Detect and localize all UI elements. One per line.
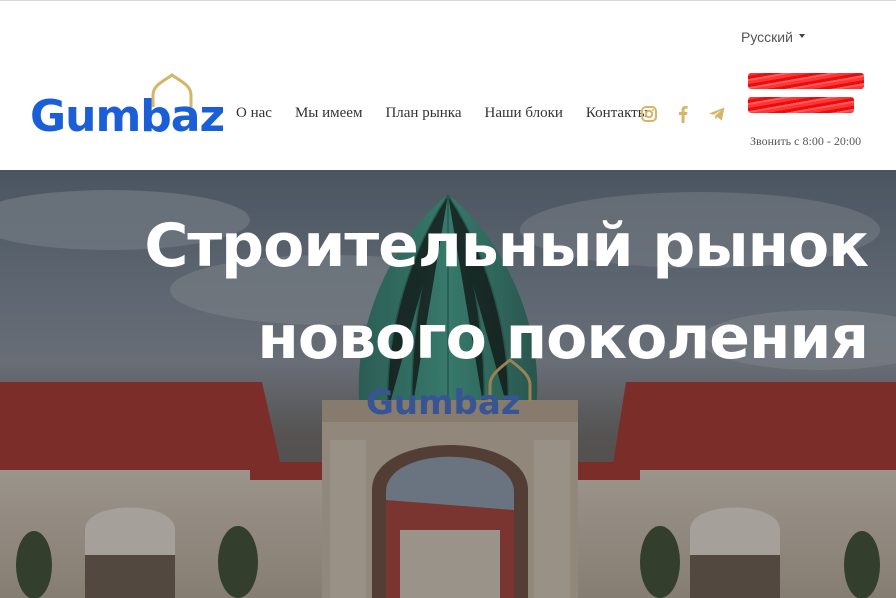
instagram-icon[interactable] — [640, 104, 658, 124]
main-nav: О нас Мы имеем План рынка Наши блоки Кон… — [236, 105, 648, 122]
hero-banner: Gumbaz Строительный рынок нового поколен… — [0, 170, 896, 598]
hero-title: Строительный рынок нового поколения — [144, 200, 869, 384]
language-label: Русский — [741, 29, 793, 45]
language-select[interactable]: Русский — [741, 29, 805, 45]
phone-numbers-redacted — [748, 73, 868, 123]
nav-contacts[interactable]: Контакты — [586, 105, 648, 122]
call-hours: Звонить с 8:00 - 20:00 — [750, 134, 862, 148]
dome-icon — [151, 73, 193, 107]
chevron-down-icon — [798, 34, 805, 39]
hero-title-line2: нового поколения — [257, 303, 869, 373]
site-header: Gumbaz Русский О нас Мы имеем План рынка… — [0, 1, 896, 170]
nav-market-plan[interactable]: План рынка — [385, 105, 461, 122]
hero-title-line1: Строительный рынок — [144, 211, 869, 281]
logo-text: Gumbaz — [30, 91, 225, 142]
nav-blocks[interactable]: Наши блоки — [485, 105, 563, 122]
nav-features[interactable]: Мы имеем — [295, 105, 363, 122]
nav-about[interactable]: О нас — [236, 105, 272, 122]
facebook-icon[interactable] — [674, 104, 692, 124]
phone-link-redacted[interactable] — [748, 97, 854, 113]
phone-link-redacted[interactable] — [748, 73, 864, 89]
social-links — [640, 104, 726, 124]
telegram-icon[interactable] — [708, 104, 726, 124]
logo[interactable]: Gumbaz — [30, 73, 225, 145]
